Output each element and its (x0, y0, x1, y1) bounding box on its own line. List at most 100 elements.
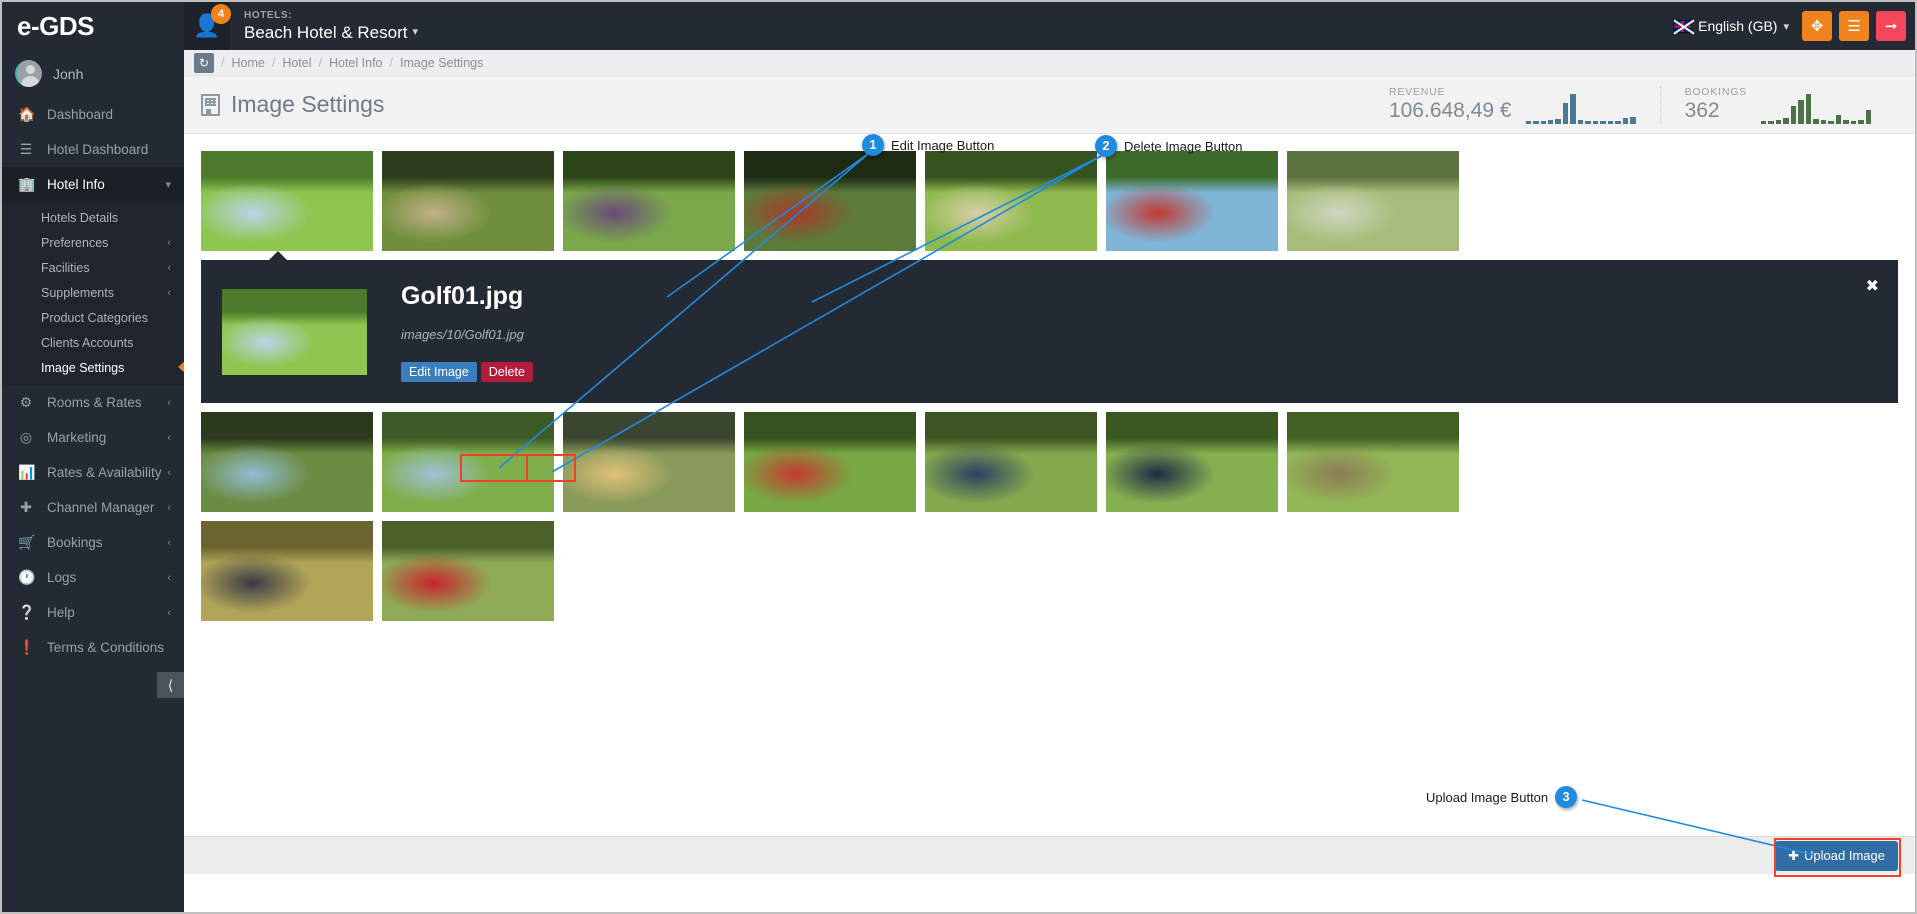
sparkline-bar (1600, 120, 1606, 124)
sidebar-item-bookings[interactable]: 🛒 Bookings ‹ (2, 525, 184, 560)
gallery-thumbnail[interactable] (382, 412, 554, 512)
logout-icon: ➞ (1884, 18, 1898, 35)
chevron-right-icon: ‹ (167, 431, 171, 444)
close-detail-button[interactable]: ✖ (1866, 276, 1879, 296)
sidebar-item-label: Rooms & Rates (47, 395, 142, 410)
sparkline-bar (1570, 93, 1576, 124)
gallery-thumbnail[interactable] (382, 151, 554, 251)
chevron-right-icon: ‹ (167, 286, 171, 299)
gallery-thumbnail[interactable] (382, 521, 554, 621)
gallery-thumbnail[interactable] (563, 151, 735, 251)
logout-button[interactable]: ➞ (1876, 11, 1906, 41)
fullscreen-button[interactable]: ✥ (1802, 11, 1832, 41)
sidebar-item-channel-manager[interactable]: ✚ Channel Manager ‹ (2, 490, 184, 525)
gallery-thumbnail[interactable] (201, 151, 373, 251)
sidebar-item-facilities[interactable]: Facilities ‹ (2, 255, 184, 280)
sidebar-item-hotel-dashboard[interactable]: ☰ Hotel Dashboard (2, 132, 184, 167)
gallery-thumbnail[interactable] (1287, 151, 1459, 251)
edit-image-button[interactable]: Edit Image (401, 361, 477, 382)
sidebar-item-hotel-info[interactable]: 🏢 Hotel Info ▾ (2, 167, 184, 202)
refresh-button[interactable]: ↻ (194, 52, 214, 73)
sparkline-bar (1562, 102, 1569, 124)
gallery-thumbnail[interactable] (925, 151, 1097, 251)
detail-image-name: Golf01.jpg (401, 281, 524, 310)
breadcrumb-item-hotel-info[interactable]: Hotel Info (329, 56, 383, 70)
sparkline-bar (1592, 120, 1599, 124)
detail-actions: Edit Image Delete (401, 361, 533, 382)
sparkline-bar (1843, 119, 1849, 124)
sidebar-item-label: Rates & Availability (47, 465, 162, 480)
gallery-thumbnail[interactable] (563, 412, 735, 512)
language-selector[interactable]: English (GB) ▾ (1673, 18, 1795, 34)
sparkline-bar (1540, 120, 1546, 124)
building-icon (201, 93, 220, 116)
sidebar-item-rooms-rates[interactable]: ⚙ Rooms & Rates ‹ (2, 385, 184, 420)
sidebar-item-label: Hotel Info (47, 177, 105, 192)
sparkline-bar (1798, 99, 1804, 124)
sidebar-item-hotels-details[interactable]: Hotels Details (2, 205, 184, 230)
breadcrumb: / Home / Hotel / Hotel Info / Image Sett… (221, 56, 483, 70)
sidebar-item-preferences[interactable]: Preferences ‹ (2, 230, 184, 255)
chevron-down-icon: ▾ (165, 179, 171, 191)
gallery-thumbnail[interactable] (201, 412, 373, 512)
sidebar-item-product-categories[interactable]: Product Categories (2, 305, 184, 330)
sparkline-bar (1813, 118, 1819, 124)
home-icon: 🏠 (18, 106, 36, 122)
gallery-thumbnail[interactable] (1106, 151, 1278, 251)
sidebar-item-logs[interactable]: 🕐 Logs ‹ (2, 560, 184, 595)
breadcrumb-item-home[interactable]: Home (231, 56, 264, 70)
user-notifications-button[interactable]: 👤 4 (184, 2, 231, 50)
arrow-circle-left-icon: ⟨ (167, 676, 174, 693)
menu-toggle-button[interactable]: ☰ (1839, 11, 1869, 41)
sub-item-label: Image Settings (41, 360, 125, 375)
sparkline-bar (1525, 120, 1532, 124)
breadcrumb-separator: / (318, 55, 322, 70)
breadcrumb-item-hotel[interactable]: Hotel (282, 56, 311, 70)
gallery-thumbnail[interactable] (201, 521, 373, 621)
delete-image-button[interactable]: Delete (480, 361, 533, 382)
detail-image-path: images/10/Golf01.jpg (401, 326, 524, 342)
breadcrumb-item-image-settings[interactable]: Image Settings (400, 56, 483, 70)
arrows-move-icon: ✚ (20, 499, 32, 515)
avatar (15, 60, 42, 87)
main-content: ↻ / Home / Hotel / Hotel Info / Image Se… (184, 50, 1915, 912)
bullseye-icon: ◎ (19, 429, 33, 445)
sidebar-collapse-button[interactable]: ⟨ (157, 672, 184, 698)
gallery-thumbnail[interactable] (925, 412, 1097, 512)
sidebar-item-dashboard[interactable]: 🏠 Dashboard (2, 97, 184, 132)
breadcrumb-separator: / (221, 55, 225, 70)
user-profile[interactable]: Jonh (2, 50, 184, 97)
gallery-thumbnail[interactable] (1106, 412, 1278, 512)
sidebar-item-marketing[interactable]: ◎ Marketing ‹ (2, 420, 184, 455)
sparkline-bar (1783, 117, 1789, 124)
sidebar-item-rates-availability[interactable]: 📊 Rates & Availability ‹ (2, 455, 184, 490)
sparkline-bar (1607, 120, 1614, 124)
upload-image-button[interactable]: ✚ Upload Image (1775, 840, 1898, 871)
gears-icon: ⚙ (19, 394, 33, 410)
sparkline-bar (1615, 120, 1621, 124)
chevron-down-icon: ▾ (412, 26, 418, 38)
sparkline-bar (1761, 120, 1767, 124)
revenue-sparkline (1525, 93, 1636, 124)
stat-value: 362 (1684, 98, 1720, 122)
stat-revenue: REVENUE 106.648,49 € (1365, 86, 1660, 124)
gallery-thumbnail[interactable] (1287, 412, 1459, 512)
application-window: e-GDS 👤 4 HOTELS: Beach Hotel & Resort ▾… (0, 0, 1917, 914)
gallery-thumbnail[interactable] (744, 412, 916, 512)
sidebar-item-terms-conditions[interactable]: ❗ Terms & Conditions (2, 630, 184, 665)
breadcrumb-separator: / (271, 55, 276, 70)
sparkline-bar (1622, 117, 1629, 124)
gallery-thumbnail[interactable] (744, 151, 916, 251)
sidebar-item-image-settings[interactable]: Image Settings (2, 355, 184, 380)
brand-logo[interactable]: e-GDS (2, 2, 184, 50)
sparkline-bar (1768, 120, 1774, 124)
sidebar-item-supplements[interactable]: Supplements ‹ (2, 280, 184, 305)
sidebar-item-clients-accounts[interactable]: Clients Accounts (2, 330, 184, 355)
list-icon: ☰ (19, 141, 33, 157)
sparkline-bar (1555, 118, 1561, 124)
sidebar-item-help[interactable]: ❔ Help ‹ (2, 595, 184, 630)
hotel-selector[interactable]: HOTELS: Beach Hotel & Resort ▾ (230, 2, 418, 50)
sidebar-item-label: Bookings (47, 535, 103, 550)
hotel-info-submenu: Hotels Details Preferences ‹ Facilities … (2, 202, 184, 385)
refresh-icon: ↻ (198, 55, 210, 70)
